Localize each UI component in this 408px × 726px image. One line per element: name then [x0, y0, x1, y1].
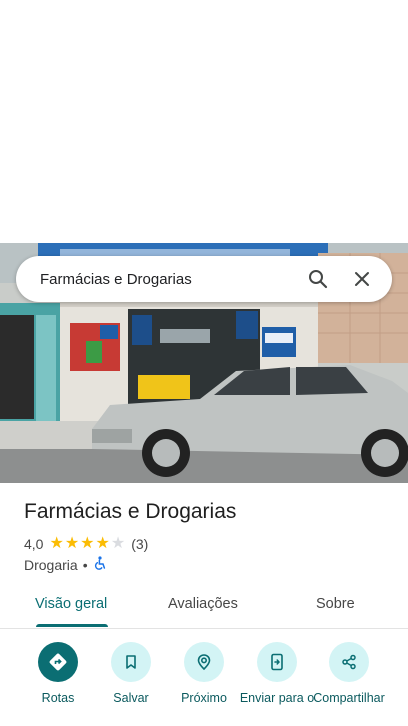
place-category: Drogaria [24, 556, 78, 573]
send-to-phone-button[interactable]: Enviar para o [239, 642, 315, 705]
share-label: Compartilhar [313, 691, 385, 705]
tab-about[interactable]: Sobre [316, 596, 355, 612]
star-icon: ★ [64, 535, 80, 552]
nearby-label: Próximo [181, 691, 227, 705]
map-blank-area [0, 0, 408, 243]
save-label: Salvar [113, 691, 149, 705]
tab-reviews[interactable]: Avaliações [168, 596, 238, 612]
active-tab-indicator [36, 624, 108, 627]
wheelchair-icon [93, 556, 107, 573]
tab-bar: Visão geral Avaliações Sobre [0, 584, 408, 629]
search-input[interactable]: Farmácias e Drogarias [16, 271, 304, 288]
star-icon: ★ [80, 535, 95, 552]
category-row: Drogaria • [24, 556, 107, 573]
rating-stars: ★ ★ ★ ★ ★ [49, 536, 126, 552]
review-count: (3) [131, 536, 149, 552]
directions-label: Rotas [41, 691, 75, 705]
nearby-button[interactable]: Próximo [166, 642, 242, 705]
rating-value: 4,0 [24, 536, 44, 552]
bookmark-icon [111, 642, 151, 682]
action-bar: Rotas Salvar Próximo Enviar para o Compa… [0, 640, 408, 726]
rating-row[interactable]: 4,0 ★ ★ ★ ★ ★ (3) [24, 535, 148, 553]
share-icon [329, 642, 369, 682]
search-bar[interactable]: Farmácias e Drogarias [16, 256, 392, 302]
save-button[interactable]: Salvar [93, 642, 169, 705]
tab-overview[interactable]: Visão geral [35, 596, 107, 612]
send-to-phone-label: Enviar para o [239, 691, 315, 705]
star-empty-icon: ★ [110, 535, 126, 552]
nearby-icon [184, 642, 224, 682]
separator-dot: • [82, 556, 88, 573]
place-title: Farmácias e Drogarias [24, 500, 237, 523]
share-button[interactable]: Compartilhar [311, 642, 387, 705]
send-to-phone-icon [257, 642, 297, 682]
search-icon[interactable] [304, 265, 332, 293]
directions-button[interactable]: Rotas [20, 642, 96, 705]
directions-icon [38, 642, 78, 682]
star-icon: ★ [49, 535, 64, 552]
close-icon[interactable] [348, 265, 376, 293]
star-icon: ★ [95, 535, 110, 552]
